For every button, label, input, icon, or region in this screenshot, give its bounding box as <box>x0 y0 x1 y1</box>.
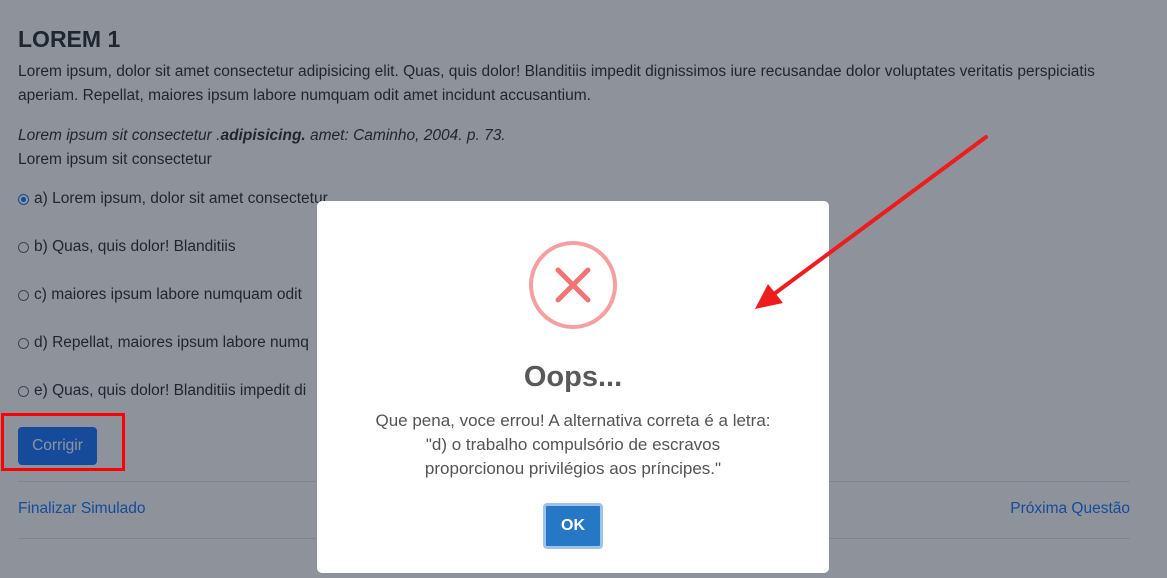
annotation-arrow-icon <box>755 135 988 309</box>
